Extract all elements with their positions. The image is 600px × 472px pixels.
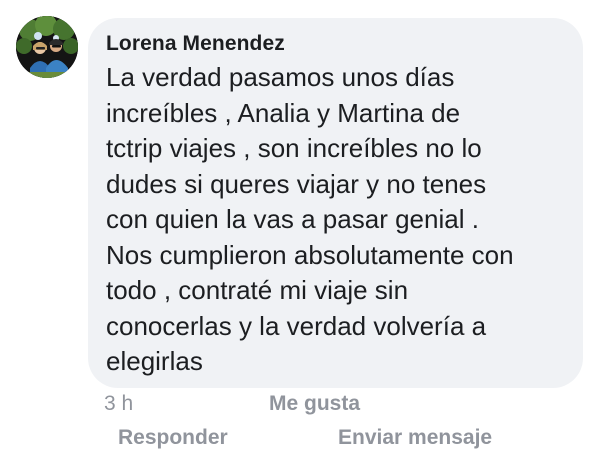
comment-text-line: con quien la vas a pasar genial . (106, 204, 479, 234)
comment-bubble: Lorena Menendez La verdad pasamos unos d… (88, 18, 583, 388)
comment-text-line: todo , contraté mi viaje sin (106, 275, 409, 305)
avatar[interactable] (16, 16, 78, 78)
comment-text-line: increíbles , Analia y Martina de (106, 97, 461, 128)
comment-text-line: dudes si queres viajar y no tenes (106, 168, 487, 199)
comment-view: Lorena Menendez La verdad pasamos unos d… (0, 0, 600, 472)
send-message-button[interactable]: Enviar mensaje (338, 426, 492, 450)
comment-text-line: tctrip viajes , son increíbles no lo (106, 133, 482, 163)
comment-text-line: Nos cumplieron absolutamente con (106, 239, 514, 270)
profile-photo-icon (16, 16, 78, 78)
comment-author[interactable]: Lorena Menendez (106, 30, 565, 58)
comment-text-line: conocerlas y la verdad volvería a (106, 310, 487, 341)
comment-timestamp[interactable]: 3 h (104, 392, 133, 416)
comment-text: La verdad pasamos unos días increíbles ,… (106, 60, 565, 380)
comment-text-line: elegirlas (106, 346, 203, 376)
like-button[interactable]: Me gusta (269, 392, 360, 416)
comment-text-line: La verdad pasamos unos días (106, 62, 455, 92)
reply-button[interactable]: Responder (118, 426, 228, 450)
